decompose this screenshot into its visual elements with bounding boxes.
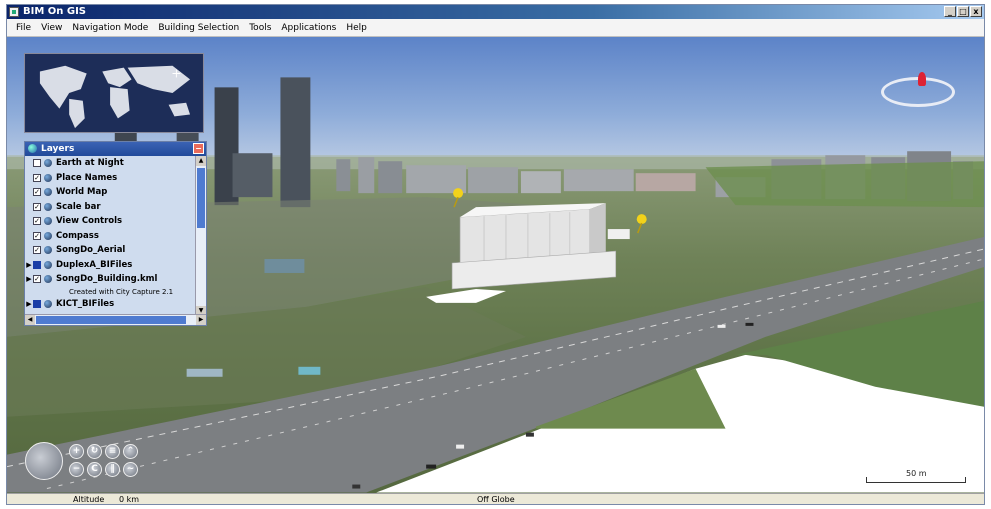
layer-checkbox[interactable]: ✓ <box>33 275 41 284</box>
close-button[interactable]: x <box>970 6 982 17</box>
menu-navigation-mode[interactable]: Navigation Mode <box>67 23 153 33</box>
menu-view[interactable]: View <box>36 23 67 33</box>
layer-label: View Controls <box>56 216 123 227</box>
scroll-left-icon[interactable]: ◀ <box>25 315 35 325</box>
layer-item[interactable]: ✓ Compass <box>25 229 197 244</box>
layer-globe-icon <box>44 202 52 211</box>
layer-item[interactable]: ▶ DuplexA_BIFiles <box>25 258 197 273</box>
globe-icon <box>28 144 37 153</box>
layers-panel-title-bar[interactable]: Layers − <box>25 142 206 156</box>
vertical-exaggeration-icon[interactable]: ⌃ <box>123 444 138 459</box>
layer-checkbox[interactable]: ✓ <box>33 231 41 240</box>
title-bar[interactable]: BIM On GIS _ □ x <box>7 5 984 19</box>
app-window: BIM On GIS _ □ x File View Navigation Mo… <box>6 4 985 505</box>
flatten-icon[interactable]: ∼ <box>123 462 138 477</box>
layer-globe-icon <box>44 260 52 269</box>
scale-bar-label: 50 m <box>906 469 927 478</box>
layer-item[interactable]: Earth at Night <box>25 156 197 171</box>
layer-globe-icon <box>44 299 52 308</box>
status-bar: Altitude 0 km Off Globe <box>7 493 984 504</box>
world-overview-map[interactable] <box>24 53 204 133</box>
layer-label: SongDo_Building.kml <box>56 274 158 285</box>
layer-item[interactable]: ✓ Place Names <box>25 171 197 186</box>
menu-building-selection[interactable]: Building Selection <box>153 23 244 33</box>
layer-checkbox[interactable] <box>33 260 41 269</box>
layer-checkbox[interactable] <box>33 159 41 168</box>
altitude-label: Altitude <box>73 495 105 504</box>
layer-label: World Map <box>56 187 108 198</box>
tilt-down-icon[interactable]: ‖ <box>105 462 120 477</box>
compass-needle-icon <box>918 72 926 86</box>
layer-item[interactable]: ✓ Scale bar <box>25 200 197 215</box>
layer-checkbox[interactable]: ✓ <box>33 217 41 226</box>
menu-file[interactable]: File <box>11 23 36 33</box>
app-icon <box>9 7 19 17</box>
scroll-thumb[interactable] <box>36 316 186 324</box>
minimize-button[interactable]: _ <box>944 6 956 17</box>
scroll-right-icon[interactable]: ▶ <box>196 315 206 325</box>
layer-globe-icon <box>44 188 52 197</box>
layer-list: Earth at Night ✓ Place Names ✓ World Map ✓… <box>25 156 197 316</box>
rotate-icon[interactable]: ↻ <box>87 444 102 459</box>
scale-bar: 50 m <box>866 469 966 483</box>
layer-label: Compass <box>56 230 99 241</box>
expand-arrow-icon[interactable]: ▶ <box>25 300 33 308</box>
layer-checkbox[interactable] <box>33 299 41 308</box>
menu-tools[interactable]: Tools <box>244 23 276 33</box>
layers-horizontal-scrollbar[interactable]: ◀ ▶ <box>25 314 206 325</box>
layer-item[interactable]: ✓ SongDo_Aerial <box>25 243 197 258</box>
layer-item[interactable]: ▶ KICT_BIFiles <box>25 297 197 312</box>
scroll-thumb[interactable] <box>197 168 205 228</box>
layer-label: KICT_BIFiles <box>56 298 115 309</box>
maximize-button[interactable]: □ <box>957 6 969 17</box>
menu-applications[interactable]: Applications <box>276 23 341 33</box>
layers-panel: Layers − Earth at Night ✓ Place Names ✓ Wo… <box>24 141 207 326</box>
layer-globe-icon <box>44 246 52 255</box>
layer-checkbox[interactable]: ✓ <box>33 202 41 211</box>
expand-arrow-icon[interactable]: ▶ <box>25 261 33 269</box>
layer-globe-icon <box>44 231 52 240</box>
window-title: BIM On GIS <box>23 6 87 17</box>
globe-status: Off Globe <box>477 495 515 504</box>
scroll-up-icon[interactable]: ▲ <box>196 156 206 166</box>
layer-globe-icon <box>44 159 52 168</box>
zoom-in-button[interactable]: + <box>69 444 84 459</box>
menu-bar: File View Navigation Mode Building Selec… <box>7 19 984 37</box>
layer-label: Scale bar <box>56 201 101 212</box>
layer-sublabel: Created with City Capture 2.1 <box>69 287 174 296</box>
layer-checkbox[interactable]: ✓ <box>33 188 41 197</box>
layer-item[interactable]: ▶ ✓ SongDo_Building.kml <box>25 272 197 287</box>
reset-heading-icon[interactable]: C <box>87 462 102 477</box>
expand-arrow-icon[interactable]: ▶ <box>25 275 33 283</box>
layer-label: SongDo_Aerial <box>56 245 126 256</box>
layer-checkbox[interactable]: ✓ <box>33 173 41 182</box>
layers-vertical-scrollbar[interactable]: ▲ ▼ <box>195 156 206 316</box>
layer-label: DuplexA_BIFiles <box>56 259 133 270</box>
tilt-up-icon[interactable]: ≡ <box>105 444 120 459</box>
altitude-value: 0 km <box>119 495 140 504</box>
layer-item[interactable]: ✓ View Controls <box>25 214 197 229</box>
globe-viewport[interactable]: Layers − Earth at Night ✓ Place Names ✓ Wo… <box>7 37 984 493</box>
layer-globe-icon <box>44 275 52 284</box>
layer-checkbox[interactable]: ✓ <box>33 246 41 255</box>
layer-label: Earth at Night <box>56 158 124 169</box>
pan-control[interactable] <box>25 442 63 480</box>
close-layers-panel-button[interactable]: − <box>193 143 204 154</box>
layers-panel-title: Layers <box>41 144 75 154</box>
layer-globe-icon <box>44 217 52 226</box>
window-controls: _ □ x <box>944 6 982 17</box>
zoom-out-button[interactable]: − <box>69 462 84 477</box>
compass[interactable] <box>881 72 955 107</box>
layer-item[interactable]: ✓ World Map <box>25 185 197 200</box>
menu-help[interactable]: Help <box>341 23 372 33</box>
layer-globe-icon <box>44 173 52 182</box>
layer-label: Place Names <box>56 172 118 183</box>
